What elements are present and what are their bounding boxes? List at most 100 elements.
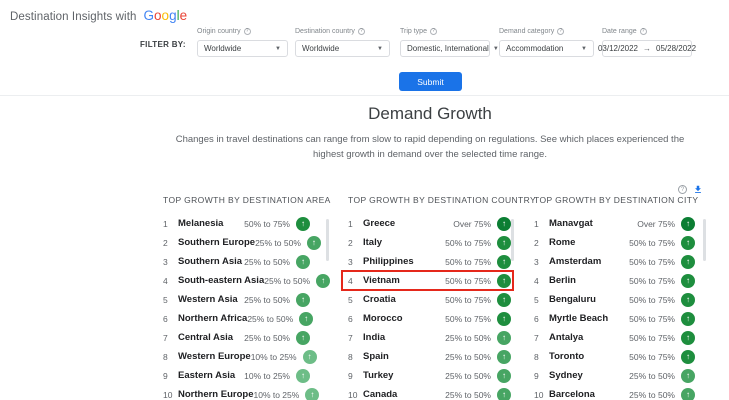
filter-origin-country: Origin country ? Worldwide ▼ xyxy=(197,27,288,57)
date-range-input[interactable]: 03/12/2022 → 05/28/2022 xyxy=(602,40,692,57)
rank-label: 4 xyxy=(163,276,174,286)
help-icon[interactable]: ? xyxy=(678,185,687,194)
destination-name: Southern Europe xyxy=(178,237,255,248)
origin-country-value: Worldwide xyxy=(204,44,241,53)
growth-up-icon: ↑ xyxy=(303,350,317,364)
origin-country-select[interactable]: Worldwide ▼ xyxy=(197,40,288,57)
growth-up-icon: ↑ xyxy=(497,331,511,345)
brand-header: Destination Insights with Google xyxy=(10,8,187,23)
column-rows: 1 Manavgat Over 75% ↑ 2 Rome 50% to 75% … xyxy=(534,214,695,400)
rank-label: 8 xyxy=(163,352,174,362)
destination-country-select[interactable]: Worldwide ▼ xyxy=(295,40,390,57)
growth-up-icon: ↑ xyxy=(497,350,511,364)
scrollbar-thumb[interactable] xyxy=(326,219,329,261)
filter-date-range: Date range ? 03/12/2022 → 05/28/2022 xyxy=(602,27,692,57)
list-item: 7 India 25% to 50% ↑ xyxy=(348,328,511,347)
growth-value: Over 75% xyxy=(637,219,675,229)
trip-type-label: Trip type xyxy=(400,28,427,35)
help-icon[interactable]: ? xyxy=(640,28,647,35)
growth-value: 50% to 75% xyxy=(445,295,491,305)
list-item: 9 Turkey 25% to 50% ↑ xyxy=(348,366,511,385)
growth-value: 50% to 75% xyxy=(445,276,491,286)
description-line-1: Changes in travel destinations can range… xyxy=(130,133,729,148)
destination-name: Vietnam xyxy=(363,275,400,286)
destination-name: Central Asia xyxy=(178,332,233,343)
page-title: Demand Growth xyxy=(130,104,729,124)
help-icon[interactable]: ? xyxy=(430,28,437,35)
rank-label: 6 xyxy=(348,314,359,324)
growth-value: 25% to 50% xyxy=(244,333,290,343)
growth-up-icon: ↑ xyxy=(681,388,695,400)
growth-up-icon: ↑ xyxy=(681,331,695,345)
growth-value: 25% to 50% xyxy=(247,314,293,324)
description-line-2: highest growth in demand over the select… xyxy=(130,148,729,163)
growth-value: 25% to 50% xyxy=(629,371,675,381)
destination-name: Manavgat xyxy=(549,218,593,229)
column-title: TOP GROWTH BY DESTINATION COUNTRY xyxy=(348,195,511,205)
growth-column-country: TOP GROWTH BY DESTINATION COUNTRY 1 Gree… xyxy=(348,195,511,400)
google-logo-letter: e xyxy=(180,8,188,23)
demand-category-select[interactable]: Accommodation ▼ xyxy=(499,40,594,57)
list-item: 9 Eastern Asia 10% to 25% ↑ xyxy=(163,366,310,385)
growth-value: Over 75% xyxy=(453,219,491,229)
growth-up-icon: ↑ xyxy=(299,312,313,326)
column-title: TOP GROWTH BY DESTINATION AREA xyxy=(163,195,310,205)
list-item: 3 Amsterdam 50% to 75% ↑ xyxy=(534,252,695,271)
growth-value: 25% to 50% xyxy=(255,238,301,248)
trip-type-select[interactable]: Domestic, International ▼ xyxy=(400,40,490,57)
growth-up-icon: ↑ xyxy=(307,236,321,250)
destination-name: Bengaluru xyxy=(549,294,596,305)
scrollbar-thumb[interactable] xyxy=(703,219,706,261)
submit-button[interactable]: Submit xyxy=(399,72,462,91)
list-item: 3 Philippines 50% to 75% ↑ xyxy=(348,252,511,271)
destination-name: Philippines xyxy=(363,256,414,267)
list-item: 7 Antalya 50% to 75% ↑ xyxy=(534,328,695,347)
destination-country-label: Destination country xyxy=(295,28,355,35)
trip-type-value: Domestic, International xyxy=(407,44,489,53)
arrow-right-icon: → xyxy=(643,44,651,53)
list-item: 4 Berlin 50% to 75% ↑ xyxy=(534,271,695,290)
growth-value: 25% to 50% xyxy=(244,257,290,267)
growth-up-icon: ↑ xyxy=(296,331,310,345)
column-rows: 1 Greece Over 75% ↑ 2 Italy 50% to 75% ↑… xyxy=(348,214,511,400)
list-item: 1 Melanesia 50% to 75% ↑ xyxy=(163,214,310,233)
growth-value: 25% to 50% xyxy=(445,371,491,381)
filter-trip-type: Trip type ? Domestic, International ▼ xyxy=(400,27,490,57)
filter-demand-category: Demand category ? Accommodation ▼ xyxy=(499,27,594,57)
growth-value: 50% to 75% xyxy=(629,257,675,267)
growth-up-icon: ↑ xyxy=(296,217,310,231)
growth-value: 10% to 25% xyxy=(253,390,299,400)
destination-name: Italy xyxy=(363,237,382,248)
rank-label: 3 xyxy=(348,257,359,267)
growth-value: 50% to 75% xyxy=(445,238,491,248)
rank-label: 5 xyxy=(348,295,359,305)
growth-column-city: TOP GROWTH BY DESTINATION CITY 1 Manavga… xyxy=(534,195,695,400)
growth-value: 25% to 50% xyxy=(264,276,310,286)
download-icon[interactable] xyxy=(693,184,703,195)
list-item: 2 Rome 50% to 75% ↑ xyxy=(534,233,695,252)
list-item: 10 Barcelona 25% to 50% ↑ xyxy=(534,385,695,400)
growth-up-icon: ↑ xyxy=(497,274,511,288)
chevron-down-icon: ▼ xyxy=(493,46,499,52)
list-item: 9 Sydney 25% to 50% ↑ xyxy=(534,366,695,385)
list-item: 6 Northern Africa 25% to 50% ↑ xyxy=(163,309,310,328)
rank-label: 4 xyxy=(534,276,545,286)
growth-up-icon: ↑ xyxy=(681,369,695,383)
help-icon[interactable]: ? xyxy=(557,28,564,35)
scrollbar-thumb[interactable] xyxy=(511,219,514,261)
destination-name: Canada xyxy=(363,389,397,400)
growth-value: 50% to 75% xyxy=(629,238,675,248)
growth-value: 50% to 75% xyxy=(629,295,675,305)
growth-up-icon: ↑ xyxy=(305,388,319,400)
growth-up-icon: ↑ xyxy=(296,255,310,269)
rank-label: 5 xyxy=(163,295,174,305)
growth-value: 25% to 50% xyxy=(445,390,491,400)
help-icon[interactable]: ? xyxy=(358,28,365,35)
rank-label: 1 xyxy=(534,219,545,229)
chevron-down-icon: ▼ xyxy=(581,46,587,52)
growth-up-icon: ↑ xyxy=(497,217,511,231)
demand-category-label: Demand category xyxy=(499,28,554,35)
growth-up-icon: ↑ xyxy=(681,236,695,250)
help-icon[interactable]: ? xyxy=(244,28,251,35)
destination-insights-page: Destination Insights with Google FILTER … xyxy=(0,0,729,400)
